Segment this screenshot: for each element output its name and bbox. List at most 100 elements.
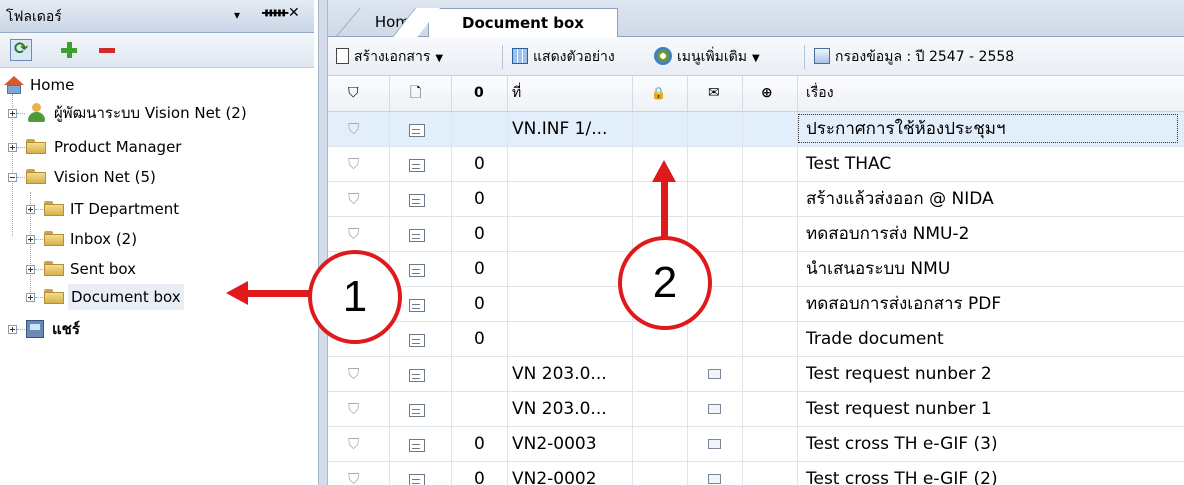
flag-cell[interactable]: ⛉	[328, 392, 390, 426]
tab-document-box[interactable]: Document box	[428, 8, 618, 37]
type-cell	[390, 112, 452, 146]
table-row[interactable]: ⛉ 0 สร้างแล้วส่งออก @ NIDA	[328, 182, 1184, 217]
callout-2: 2	[618, 236, 712, 330]
expand-icon[interactable]	[26, 265, 35, 274]
flag-cell[interactable]: ⛉	[328, 427, 390, 461]
tree-item-share[interactable]: แชร์	[0, 316, 310, 342]
table-row[interactable]: ⛉ VN 203.0... Test request nunber 1	[328, 392, 1184, 427]
flag-cell[interactable]: ⛉	[328, 182, 390, 216]
chevron-down-icon: ▼	[751, 53, 760, 64]
expand-icon[interactable]	[8, 143, 17, 152]
column-subject-header[interactable]: เรื่อง	[798, 76, 1184, 111]
more-menu-button[interactable]: เมนูเพิ่มเติม ▼	[654, 47, 760, 67]
folder-panel-header: โฟลเดอร์ ▾ ᚔ ✕	[0, 0, 314, 33]
tree-item-label: แชร์	[52, 320, 80, 338]
remove-folder-icon[interactable]	[96, 39, 118, 61]
subject-cell: Test request nunber 1	[806, 399, 992, 419]
document-toolbar: สร้างเอกสาร ▼ แสดงตัวอย่าง เมนูเพิ่มเติม ▼…	[328, 37, 1184, 76]
expand-icon[interactable]	[26, 235, 35, 244]
tree-item-label: Vision Net (5)	[54, 168, 156, 186]
tree-item-it-department[interactable]: IT Department	[0, 196, 310, 222]
flag-cell[interactable]: ⛉	[328, 217, 390, 251]
add-folder-icon[interactable]	[58, 39, 80, 61]
grid-header: ⛉ 🗋 0 ที่ 🔒 ✉ ⊕ เรื่อง	[328, 76, 1184, 112]
column-globe-header[interactable]: ⊕	[743, 76, 798, 111]
pin-icon[interactable]: ᚔ	[262, 5, 288, 21]
column-type-header[interactable]: 🗋	[390, 76, 452, 111]
flag-icon: ⛉	[348, 85, 359, 101]
table-row[interactable]: ⛉ 0 ทดสอบการส่ง NMU-2	[328, 217, 1184, 252]
column-flag-header[interactable]: ⛉	[328, 76, 390, 111]
close-icon[interactable]: ✕	[288, 5, 300, 21]
expand-icon[interactable]	[26, 293, 35, 302]
paperclip-icon: 0	[474, 469, 485, 485]
column-attachment-header[interactable]: 0	[452, 76, 508, 111]
folder-panel-title: โฟลเดอร์	[6, 9, 62, 25]
column-mail-header[interactable]: ✉	[688, 76, 743, 111]
number-cell: VN 203.0...	[508, 392, 633, 426]
paperclip-icon: 0	[474, 294, 485, 314]
tree-item-sent-box[interactable]: Sent box	[0, 256, 310, 282]
panel-dropdown-icon[interactable]: ▾	[234, 8, 240, 22]
number-cell: VN2-0002	[508, 462, 633, 485]
globe-cell	[743, 427, 798, 461]
lock-cell	[633, 462, 688, 485]
folder-icon	[26, 169, 46, 184]
panel-splitter[interactable]	[318, 0, 328, 485]
create-document-button[interactable]: สร้างเอกสาร ▼	[336, 47, 443, 67]
document-type-icon	[409, 229, 425, 242]
tree-item-home[interactable]: Home	[4, 72, 304, 98]
table-row[interactable]: ⛉ 0 VN2-0003 Test cross TH e-GIF (3)	[328, 427, 1184, 462]
flag-icon: ⛉	[348, 470, 360, 485]
globe-cell	[743, 462, 798, 485]
tree-item-developer[interactable]: ผู้พัฒนาระบบ Vision Net (2)	[0, 100, 310, 126]
folder-toolbar	[0, 33, 314, 68]
flag-cell[interactable]: ⛉	[328, 112, 390, 146]
document-type-icon	[409, 474, 425, 485]
focus-rectangle	[798, 114, 1178, 143]
number-cell: VN2-0003	[508, 427, 633, 461]
refresh-icon[interactable]	[10, 39, 32, 61]
tab-label: Document box	[462, 14, 584, 32]
filter-icon	[814, 48, 830, 64]
document-panel: Home Document box สร้างเอกสาร ▼ แสดงตัวอย…	[328, 0, 1184, 485]
callout-1: 1	[308, 250, 402, 344]
paperclip-icon: 0	[474, 154, 485, 174]
document-type-icon	[409, 159, 425, 172]
home-icon	[4, 76, 24, 94]
lock-icon: 🔒	[651, 86, 666, 100]
callout-arrow-2	[661, 180, 668, 242]
tree-item-document-box[interactable]: Document box	[0, 284, 226, 310]
table-row[interactable]: ⛉ 0 VN2-0002 Test cross TH e-GIF (2)	[328, 462, 1184, 485]
tree-item-vision-net[interactable]: Vision Net (5)	[0, 164, 310, 190]
table-row[interactable]: ⛉ VN 203.0... Test request nunber 2	[328, 357, 1184, 392]
document-type-icon	[409, 404, 425, 417]
expand-icon[interactable]	[8, 325, 17, 334]
expand-icon[interactable]	[8, 109, 17, 118]
collapse-icon[interactable]	[8, 173, 17, 182]
column-number-header[interactable]: ที่	[508, 76, 633, 111]
column-lock-header[interactable]: 🔒	[633, 76, 688, 111]
tree-item-inbox[interactable]: Inbox (2)	[0, 226, 310, 252]
expand-icon[interactable]	[26, 205, 35, 214]
flag-cell[interactable]: ⛉	[328, 147, 390, 181]
mail-cell	[688, 462, 743, 485]
mail-cell	[688, 217, 743, 251]
filter-button[interactable]: กรองข้อมูล : ปี 2547 - 2558	[814, 47, 1014, 67]
flag-cell[interactable]: ⛉	[328, 357, 390, 391]
table-row[interactable]: ⛉ VN.INF 1/... ประกาศการใช้ห้องประชุมฯ	[328, 112, 1184, 147]
table-row[interactable]: ⛉ 0 Test THAC	[328, 147, 1184, 182]
tree-item-label: Document box	[68, 284, 184, 310]
attachment-icon: 0	[474, 85, 484, 101]
number-cell: VN 203.0...	[508, 357, 633, 391]
tree-item-label: Product Manager	[54, 138, 182, 156]
flag-cell[interactable]: ⛉	[328, 462, 390, 485]
preview-button[interactable]: แสดงตัวอย่าง	[512, 47, 615, 67]
tree-item-product-manager[interactable]: Product Manager	[0, 134, 310, 160]
type-cell	[390, 357, 452, 391]
table-row[interactable]: ⛉0Trade document	[328, 322, 1184, 357]
table-row[interactable]: ⛉0ทดสอบการส่งเอกสาร PDF	[328, 287, 1184, 322]
globe-cell	[743, 217, 798, 251]
toolbar-divider	[804, 45, 805, 69]
table-row[interactable]: ⛉0นำเสนอระบบ NMU	[328, 252, 1184, 287]
